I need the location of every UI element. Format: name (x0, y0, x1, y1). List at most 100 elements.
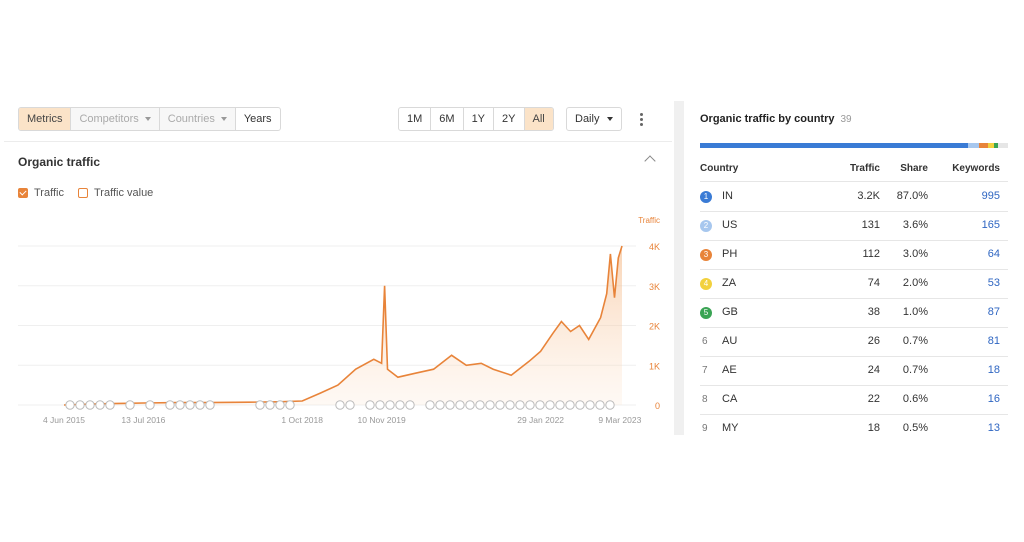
share-value: 1.0% (902, 306, 928, 318)
traffic-value: 131 (861, 219, 880, 231)
country-code: ZA (722, 277, 737, 289)
annotation-marker-icon[interactable] (435, 400, 445, 410)
country-code: CA (722, 393, 738, 405)
country-count: 39 (840, 114, 852, 125)
annotation-marker-icon[interactable] (105, 400, 115, 410)
annotation-marker-icon[interactable] (525, 400, 535, 410)
annotation-marker-icon[interactable] (265, 400, 275, 410)
rank-number: 9 (702, 423, 708, 434)
rank-badge: 2 (700, 220, 712, 232)
rank-number: 7 (702, 365, 708, 376)
table-row[interactable]: 4 ZA 74 2.0% 53 (700, 270, 1008, 299)
annotation-marker-icon[interactable] (485, 400, 495, 410)
col-country[interactable]: Country (700, 163, 738, 174)
rank-badge: 5 (700, 307, 712, 319)
keywords-link[interactable]: 995 (982, 190, 1000, 202)
keywords-link[interactable]: 165 (982, 219, 1000, 231)
annotation-marker-icon[interactable] (505, 400, 515, 410)
annotation-marker-icon[interactable] (365, 400, 375, 410)
country-panel-title-text: Organic traffic by country (700, 113, 835, 125)
y-tick-label: 0 (655, 401, 660, 411)
annotation-marker-icon[interactable] (445, 400, 455, 410)
share-segment-other (997, 143, 1008, 148)
annotation-marker-icon[interactable] (455, 400, 465, 410)
annotation-marker-icon[interactable] (425, 400, 435, 410)
annotation-marker-icon[interactable] (495, 400, 505, 410)
table-row[interactable]: 3 PH 112 3.0% 64 (700, 241, 1008, 270)
share-segment-in (700, 143, 968, 148)
traffic-value: 38 (867, 306, 880, 318)
annotation-marker-icon[interactable] (145, 400, 155, 410)
table-row[interactable]: 2 US 131 3.6% 165 (700, 212, 1008, 241)
annotation-marker-icon[interactable] (405, 400, 415, 410)
annotation-marker-icon[interactable] (595, 400, 605, 410)
keywords-link[interactable]: 18 (988, 364, 1000, 376)
y-tick-label: 3K (649, 282, 660, 292)
col-keywords[interactable]: Keywords (952, 163, 1000, 174)
traffic-value: 112 (862, 248, 880, 260)
rank-badge: 3 (700, 249, 712, 261)
annotation-marker-icon[interactable] (515, 400, 525, 410)
share-value: 0.7% (902, 364, 928, 376)
col-traffic[interactable]: Traffic (850, 163, 880, 174)
annotation-marker-icon[interactable] (605, 400, 615, 410)
share-value: 0.6% (902, 393, 928, 405)
table-row[interactable]: 7 AE 24 0.7% 18 (700, 357, 1008, 386)
organic-traffic-panel: Metrics Competitors Countries Years 1M 6… (4, 101, 672, 435)
annotation-marker-icon[interactable] (255, 400, 265, 410)
annotation-marker-icon[interactable] (95, 400, 105, 410)
keywords-link[interactable]: 16 (988, 393, 1000, 405)
share-value: 87.0% (896, 190, 928, 202)
annotation-marker-icon[interactable] (465, 400, 475, 410)
panel-divider (674, 101, 684, 435)
traffic-value: 26 (867, 335, 880, 347)
annotation-marker-icon[interactable] (585, 400, 595, 410)
annotation-marker-icon[interactable] (85, 400, 95, 410)
annotation-marker-icon[interactable] (75, 400, 85, 410)
country-code: MY (722, 422, 739, 434)
annotation-marker-icon[interactable] (335, 400, 345, 410)
annotation-marker-icon[interactable] (395, 400, 405, 410)
traffic-value: 22 (867, 393, 880, 405)
annotation-marker-icon[interactable] (345, 400, 355, 410)
keywords-link[interactable]: 87 (988, 306, 1000, 318)
table-row[interactable]: 8 CA 22 0.6% 16 (700, 386, 1008, 415)
annotation-marker-icon[interactable] (175, 400, 185, 410)
annotation-marker-icon[interactable] (375, 400, 385, 410)
x-tick-label: 1 Oct 2018 (281, 415, 323, 425)
annotation-marker-icon[interactable] (165, 400, 175, 410)
x-tick-label: 4 Jun 2015 (43, 415, 85, 425)
y-tick-label: 4K (649, 242, 660, 252)
keywords-link[interactable]: 81 (988, 335, 1000, 347)
keywords-link[interactable]: 13 (988, 422, 1000, 434)
table-row[interactable]: 1 IN 3.2K 87.0% 995 (700, 183, 1008, 212)
annotation-marker-icon[interactable] (575, 400, 585, 410)
keywords-link[interactable]: 64 (988, 248, 1000, 260)
annotation-marker-icon[interactable] (555, 400, 565, 410)
rank-badge: 4 (700, 278, 712, 290)
table-row[interactable]: 5 GB 38 1.0% 87 (700, 299, 1008, 328)
keywords-link[interactable]: 53 (988, 277, 1000, 289)
annotation-marker-icon[interactable] (385, 400, 395, 410)
rank-number: 6 (702, 336, 708, 347)
y-axis-title: Traffic (638, 216, 660, 225)
country-code: AE (722, 364, 737, 376)
col-share[interactable]: Share (900, 163, 928, 174)
annotation-marker-icon[interactable] (535, 400, 545, 410)
annotation-marker-icon[interactable] (185, 400, 195, 410)
annotation-marker-icon[interactable] (565, 400, 575, 410)
country-code: GB (722, 306, 738, 318)
share-value: 2.0% (902, 277, 928, 289)
table-row[interactable]: 6 AU 26 0.7% 81 (700, 328, 1008, 357)
table-row[interactable]: 9 MY 18 0.5% 13 (700, 415, 1008, 435)
annotation-marker-icon[interactable] (545, 400, 555, 410)
annotation-marker-icon[interactable] (475, 400, 485, 410)
annotation-marker-icon[interactable] (65, 400, 75, 410)
country-table-header: Country Traffic Share Keywords (700, 163, 1008, 177)
annotation-marker-icon[interactable] (195, 400, 205, 410)
annotation-marker-icon[interactable] (285, 400, 295, 410)
annotation-marker-icon[interactable] (125, 400, 135, 410)
annotation-marker-icon[interactable] (275, 400, 285, 410)
traffic-chart: 4K 3K 2K 1K 0 Traffic 4 Jun 2015 13 Jul 2016 1 … (18, 216, 660, 425)
annotation-marker-icon[interactable] (205, 400, 215, 410)
